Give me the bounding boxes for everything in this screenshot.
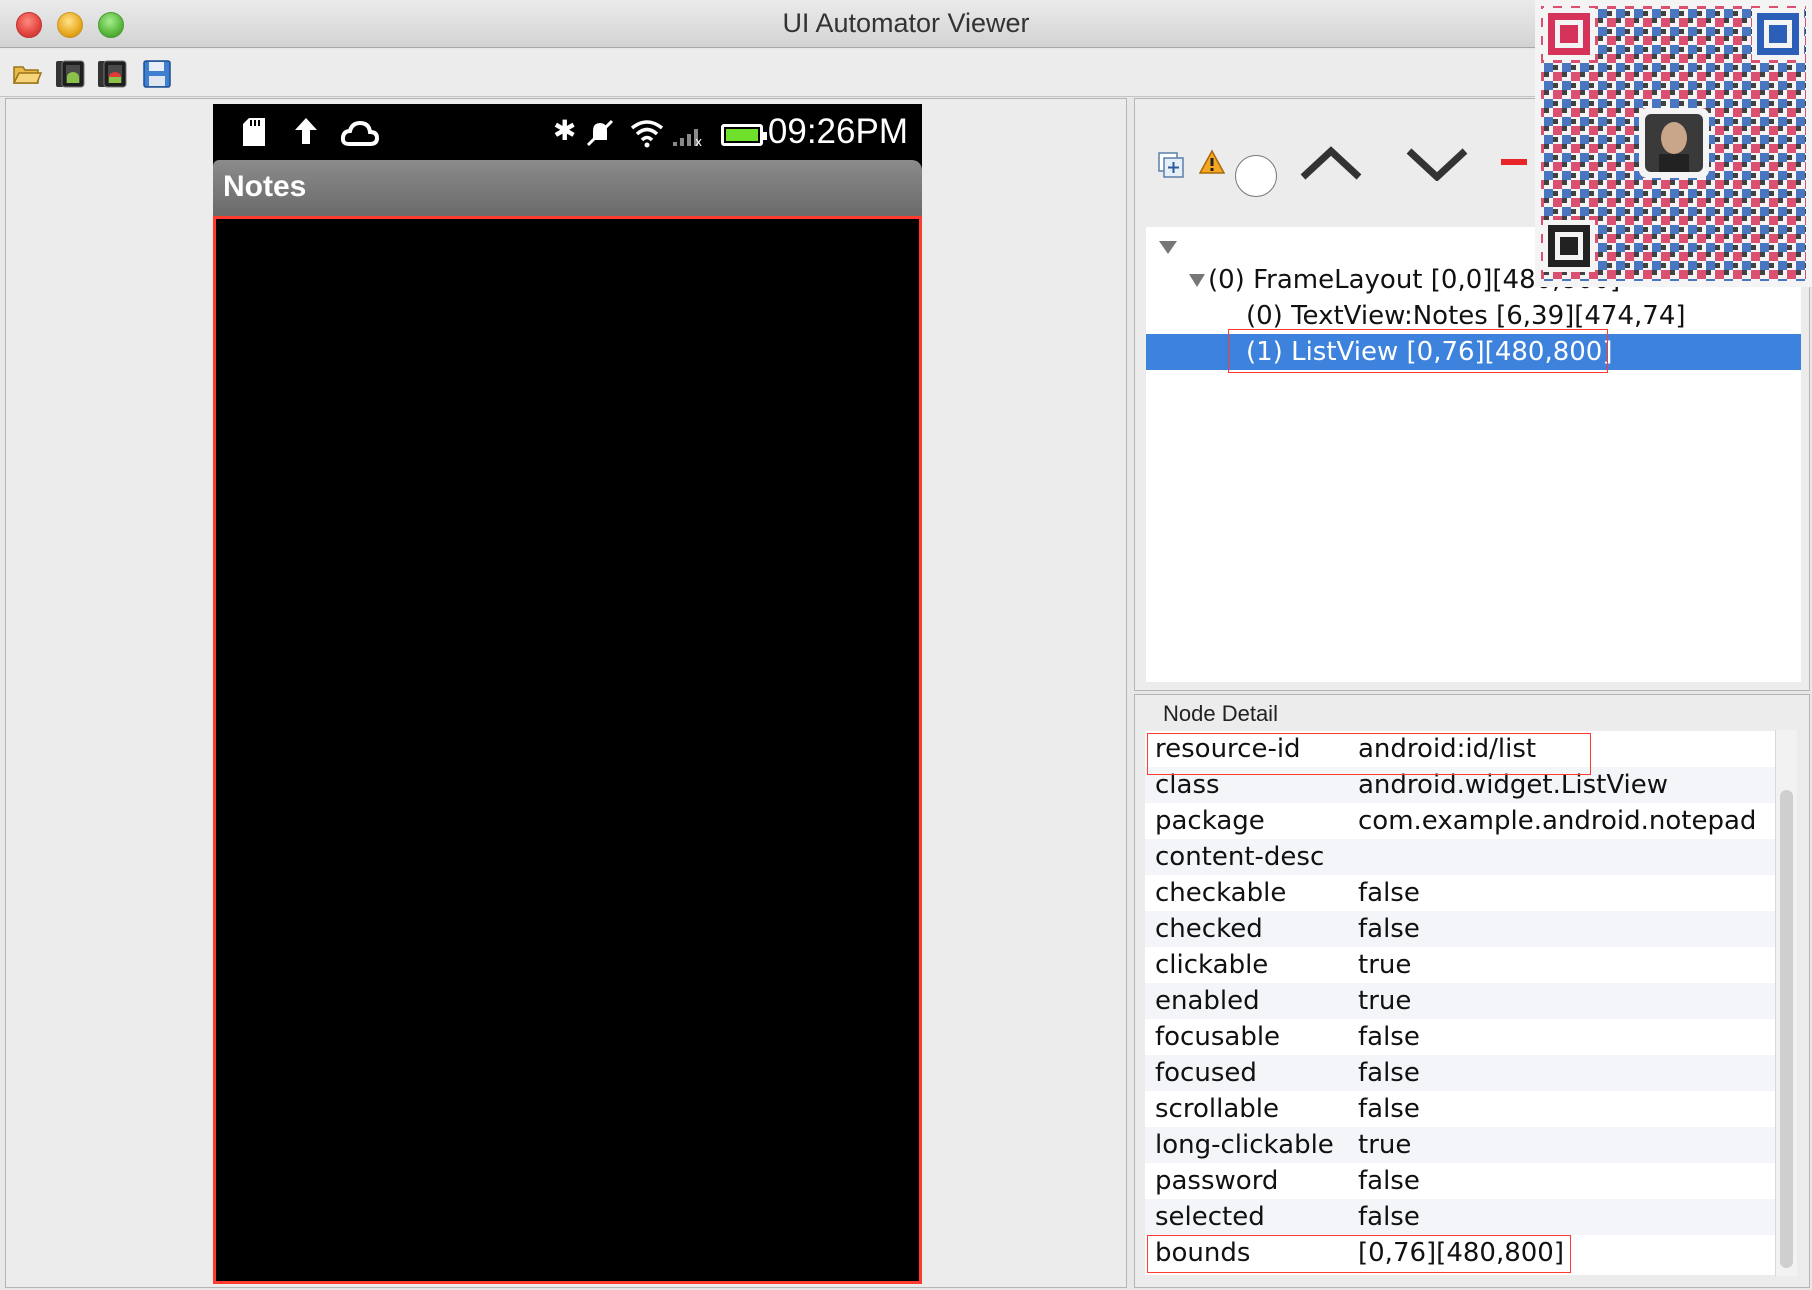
node-detail-table[interactable]: resource-id android:id/list class android.… (1145, 731, 1781, 1275)
next-node-icon[interactable] (1405, 145, 1469, 181)
hierarchy-tree[interactable]: (0) FrameLayout [0,0][480,800] (0) TextV… (1146, 227, 1801, 682)
detail-key: focusable (1155, 1022, 1281, 1052)
detail-key: focused (1155, 1058, 1257, 1088)
battery-icon (721, 124, 767, 146)
detail-key: password (1155, 1166, 1279, 1196)
app-title-bar[interactable]: Notes (213, 160, 922, 216)
detail-key: scrollable (1155, 1094, 1279, 1124)
detail-key: long-clickable (1155, 1130, 1334, 1160)
detail-key: content-desc (1155, 842, 1325, 872)
signal-icon: x (673, 129, 702, 148)
detail-value: true (1358, 1130, 1412, 1160)
bluetooth-icon: ✱ (553, 114, 577, 147)
detail-row[interactable]: focusable false (1145, 1019, 1781, 1055)
toggle-naf-icon[interactable] (1235, 155, 1277, 197)
detail-row[interactable]: focused false (1145, 1055, 1781, 1091)
save-icon[interactable] (142, 59, 172, 89)
sd-card-icon (243, 118, 265, 146)
status-clock: 09:26PM (767, 112, 908, 151)
detail-scrollbar[interactable] (1775, 730, 1797, 1276)
tree-node-expander-icon[interactable] (1188, 273, 1206, 288)
detail-value: com.example.android.notepad (1358, 806, 1757, 836)
selected-listview-highlight[interactable] (213, 216, 922, 1284)
detail-row[interactable]: package com.example.android.notepad (1145, 803, 1781, 839)
warning-icon[interactable] (1199, 149, 1225, 175)
detail-row[interactable]: checked false (1145, 911, 1781, 947)
detail-value: false (1358, 1058, 1420, 1088)
detail-key: checked (1155, 914, 1263, 944)
device-screenshot[interactable]: ✱ x 09:26PM Notes (213, 104, 922, 1284)
device-status-bar: ✱ x 09:26PM (213, 104, 922, 160)
detail-value: true (1358, 986, 1412, 1016)
detail-row[interactable]: clickable true (1145, 947, 1781, 983)
detail-value: false (1358, 1202, 1420, 1232)
device-screenshot-compressed-icon[interactable] (96, 59, 127, 89)
svg-text:x: x (695, 135, 702, 148)
resource-id-highlight (1147, 733, 1591, 775)
detail-row[interactable]: password false (1145, 1163, 1781, 1199)
cloud-sync-icon (341, 120, 379, 146)
tree-selection-highlight (1228, 329, 1608, 373)
upload-arrow-icon (295, 118, 317, 144)
bounds-highlight (1147, 1235, 1571, 1273)
detail-value: false (1358, 878, 1420, 908)
detail-value: false (1358, 1022, 1420, 1052)
app-title: Notes (223, 170, 307, 203)
detail-value: false (1358, 914, 1420, 944)
detail-key: package (1155, 806, 1265, 836)
qr-code-overlay (1535, 0, 1812, 287)
tree-root-expander-icon[interactable] (1158, 239, 1178, 255)
detail-row[interactable]: long-clickable true (1145, 1127, 1781, 1163)
expand-all-icon[interactable] (1157, 151, 1185, 179)
detail-row[interactable]: scrollable false (1145, 1091, 1781, 1127)
app-window: UI Automator Viewer ✱ x 09:26PM Notes (0… (0, 0, 1812, 1290)
detail-key: enabled (1155, 986, 1260, 1016)
wifi-icon (630, 120, 664, 148)
detail-key: clickable (1155, 950, 1269, 980)
scrollbar-thumb[interactable] (1780, 790, 1793, 1268)
detail-row[interactable]: content-desc (1145, 839, 1781, 875)
detail-key: checkable (1155, 878, 1287, 908)
previous-node-icon[interactable] (1299, 145, 1363, 181)
detail-key: selected (1155, 1202, 1265, 1232)
silent-mode-icon (586, 119, 614, 147)
detail-row[interactable]: enabled true (1145, 983, 1781, 1019)
node-detail-pane: Node Detail resource-id android:id/list c… (1134, 694, 1810, 1288)
open-folder-icon[interactable] (12, 59, 43, 89)
detail-value: false (1358, 1094, 1420, 1124)
node-detail-label: Node Detail (1163, 701, 1278, 726)
detail-row[interactable]: selected false (1145, 1199, 1781, 1235)
detail-value: true (1358, 950, 1412, 980)
device-screenshot-icon[interactable] (54, 59, 85, 89)
detail-row[interactable]: checkable false (1145, 875, 1781, 911)
detail-value: false (1358, 1166, 1420, 1196)
remove-icon[interactable] (1501, 159, 1527, 165)
